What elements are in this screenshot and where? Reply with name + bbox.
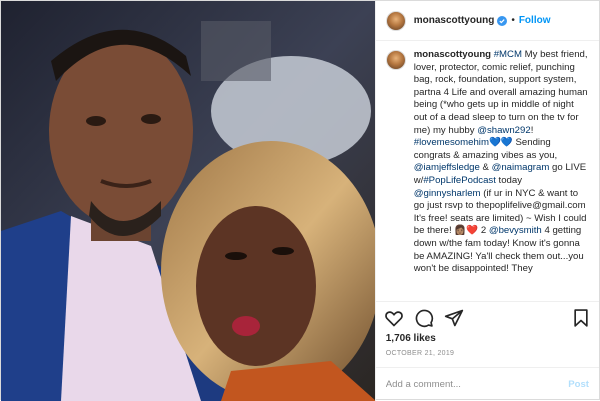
action-bar [375,301,599,333]
likes-count[interactable]: 1,706 likes [376,333,599,347]
caption-link[interactable]: #lovemesomehim [414,137,489,148]
bookmark-icon[interactable] [571,308,591,328]
caption-link[interactable]: @naimagram [492,162,550,173]
caption-avatar[interactable] [385,50,406,70]
caption-link[interactable]: #PopLifePodcast [423,175,496,186]
caption-link[interactable]: @shawn292 [477,125,530,136]
post-side-panel: monascottyoung • Follow monascottyoung #… [374,1,599,401]
caption-link[interactable]: @iamjeffsledge [414,162,480,173]
caption-block: monascottyoung #MCM My best friend, love… [376,41,599,301]
post-header: monascottyoung • Follow [375,1,599,41]
caption-link[interactable]: #MCM [494,49,522,60]
caption-segment: & [479,162,492,174]
caption-link[interactable]: @ginnysharlem [414,188,481,199]
caption-link[interactable]: @bevysmith [489,225,542,236]
heart-icon[interactable] [384,308,404,328]
caption-body: #MCM My best friend, lover, protector, c… [414,49,588,274]
caption-segment: My best friend, lover, protector, comic … [413,49,588,136]
photo-illustration [1,1,375,401]
verified-badge-icon [497,15,508,26]
comment-input[interactable] [385,379,569,390]
post-photo[interactable] [1,1,375,401]
share-icon[interactable] [444,308,464,328]
username-link[interactable]: monascottyoung [414,15,495,26]
caption-segment: today [495,174,523,186]
follow-button[interactable]: Follow [519,15,551,26]
avatar[interactable] [385,10,406,31]
instagram-post: monascottyoung • Follow monascottyoung #… [0,0,600,401]
caption-segment: ! [530,124,534,136]
separator-dot: • [511,15,515,26]
post-date[interactable]: October 21, 2019 [376,347,599,367]
post-comment-button[interactable]: Post [568,379,589,390]
comment-icon[interactable] [414,308,434,328]
caption-text: monascottyoung #MCM My best friend, love… [414,49,589,285]
caption-username[interactable]: monascottyoung [414,49,491,60]
comment-row: Post [375,367,599,401]
